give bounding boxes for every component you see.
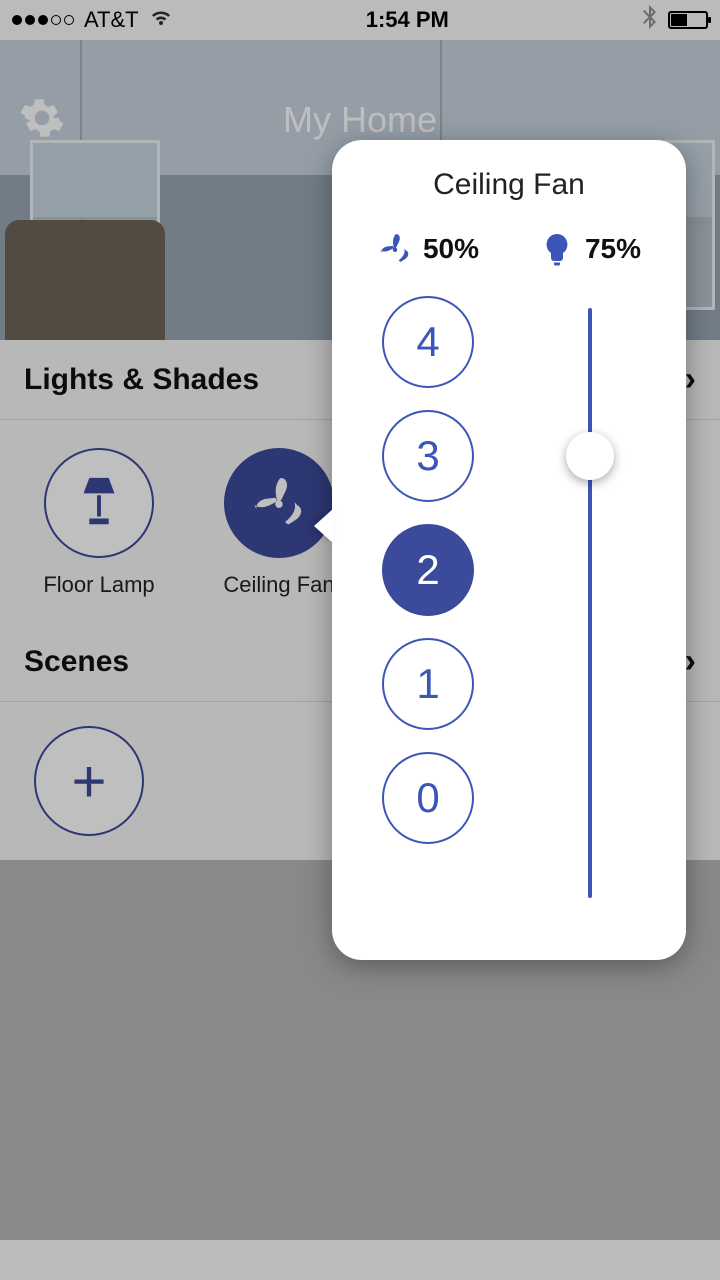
device-label: Ceiling Fan [223, 572, 334, 598]
wifi-icon [149, 7, 173, 33]
speed-button-1[interactable]: 1 [382, 638, 474, 730]
lamp-icon [75, 474, 123, 532]
speed-button-list: 4 3 2 1 0 [382, 296, 474, 844]
device-floor-lamp[interactable]: Floor Lamp [34, 448, 164, 598]
status-right [642, 5, 708, 35]
speed-button-2[interactable]: 2 [382, 524, 474, 616]
app-screen: AT&T 1:54 PM My Home Li [0, 0, 720, 1280]
slider-track [588, 308, 592, 898]
light-slider[interactable] [560, 308, 620, 898]
speed-button-4[interactable]: 4 [382, 296, 474, 388]
device-circle [44, 448, 154, 558]
carrier-label: AT&T [84, 7, 139, 33]
speed-button-0[interactable]: 0 [382, 752, 474, 844]
page-title: My Home [283, 99, 437, 141]
add-scene-button[interactable]: + [34, 726, 144, 836]
speed-button-3[interactable]: 3 [382, 410, 474, 502]
light-percent-label: 75% [585, 233, 641, 265]
device-label: Floor Lamp [43, 572, 154, 598]
fan-icon [249, 473, 309, 533]
device-control-popover: Ceiling Fan 50% 4 3 2 1 0 75% [332, 140, 686, 960]
status-bar: AT&T 1:54 PM [0, 0, 720, 40]
gear-icon [20, 96, 64, 140]
popover-columns: 50% 4 3 2 1 0 75% [362, 224, 656, 924]
popover-title: Ceiling Fan [362, 168, 656, 202]
signal-strength-icon [12, 15, 74, 25]
status-left: AT&T [12, 7, 173, 33]
clock: 1:54 PM [366, 7, 449, 33]
fan-icon [377, 231, 413, 267]
fan-speed-column: 50% 4 3 2 1 0 [362, 224, 494, 924]
bluetooth-icon [642, 5, 658, 35]
fan-header: 50% [377, 224, 479, 274]
fan-percent-label: 50% [423, 233, 479, 265]
light-header: 75% [539, 224, 641, 274]
light-column: 75% [524, 224, 656, 924]
settings-button[interactable] [20, 96, 68, 144]
chevron-right-icon: › [685, 642, 696, 681]
chevron-right-icon: › [685, 360, 696, 399]
section-title: Scenes [24, 645, 129, 679]
plus-icon: + [71, 747, 106, 816]
slider-thumb[interactable] [566, 432, 614, 480]
section-title: Lights & Shades [24, 363, 259, 397]
bulb-icon [539, 231, 575, 267]
battery-icon [668, 11, 708, 29]
